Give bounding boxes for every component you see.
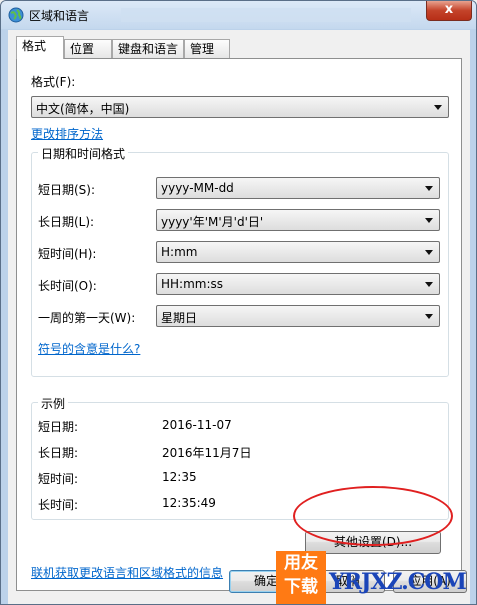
first-day-dropdown[interactable]: 星期日: [156, 305, 440, 327]
watermark-site: YRJXZ.COM: [329, 569, 467, 595]
chevron-down-icon: [425, 282, 433, 287]
example-long-time-value: 12:35:49: [162, 496, 216, 510]
title-blur: [121, 8, 411, 22]
tab-admin[interactable]: 管理: [184, 39, 230, 58]
chevron-down-icon: [425, 250, 433, 255]
chevron-down-icon: [425, 314, 433, 319]
example-long-date-value: 2016年11月7日: [162, 446, 252, 460]
chevron-down-icon: [425, 218, 433, 223]
long-date-label: 长日期(L):: [38, 215, 95, 229]
short-time-value: H:mm: [161, 245, 198, 259]
example-group-title: 示例: [38, 395, 69, 412]
first-day-value: 星期日: [161, 311, 198, 325]
datetime-group-title: 日期和时间格式: [38, 145, 129, 162]
short-time-label: 短时间(H):: [38, 247, 97, 261]
globe-icon: [8, 7, 24, 23]
window-title: 区域和语言: [29, 9, 90, 23]
long-date-dropdown[interactable]: yyyy'年'M'月'd'日': [156, 209, 440, 231]
title-bar[interactable]: 区域和语言 x: [1, 1, 476, 29]
change-sort-link[interactable]: 更改排序方法: [31, 125, 103, 142]
watermark-badge-top: 用友: [284, 553, 318, 573]
datetime-format-group: 日期和时间格式 短日期(S): yyyy-MM-dd 长日期(L): yyyy'…: [31, 145, 449, 377]
symbol-meaning-link[interactable]: 符号的含意是什么?: [38, 340, 140, 357]
long-date-value: yyyy'年'M'月'd'日': [161, 215, 264, 229]
example-group: 示例 短日期: 2016-11-07 长日期: 2016年11月7日 短时间: …: [31, 395, 449, 520]
chevron-down-icon: [425, 186, 433, 191]
chevron-down-icon: [434, 105, 442, 110]
long-time-label: 长时间(O):: [38, 279, 97, 293]
example-short-time-value: 12:35: [162, 470, 197, 484]
example-short-date-label: 短日期:: [38, 420, 79, 434]
dialog-client: 格式 位置 键盘和语言 管理 格式(F): 中文(简体，中国) 更改排序方法 日…: [8, 30, 470, 604]
format-label: 格式(F):: [31, 75, 76, 89]
short-time-dropdown[interactable]: H:mm: [156, 241, 440, 263]
example-long-time-label: 长时间:: [38, 498, 79, 512]
short-date-value: yyyy-MM-dd: [161, 181, 234, 195]
tab-panel: 格式(F): 中文(简体，中国) 更改排序方法 日期和时间格式 短日期(S): …: [16, 58, 462, 591]
long-time-dropdown[interactable]: HH:mm:ss: [156, 273, 440, 295]
example-long-date-label: 长日期:: [38, 446, 79, 460]
tab-keyboard-language[interactable]: 键盘和语言: [112, 39, 184, 58]
format-value: 中文(简体，中国): [36, 102, 130, 116]
short-date-dropdown[interactable]: yyyy-MM-dd: [156, 177, 440, 199]
online-info-link[interactable]: 联机获取更改语言和区域格式的信息: [31, 564, 223, 581]
short-date-label: 短日期(S):: [38, 183, 96, 197]
tab-format[interactable]: 格式: [16, 36, 64, 59]
long-time-value: HH:mm:ss: [161, 277, 224, 291]
format-dropdown[interactable]: 中文(简体，中国): [31, 96, 449, 118]
watermark-badge: 用友 下载: [276, 551, 326, 604]
example-short-date-value: 2016-11-07: [162, 418, 232, 432]
first-day-label: 一周的第一天(W):: [38, 311, 136, 325]
watermark-badge-bottom: 下载: [284, 577, 318, 597]
example-short-time-label: 短时间:: [38, 472, 79, 486]
region-language-dialog: 区域和语言 x 格式 位置 键盘和语言 管理 格式(F): 中文(简体，中国) …: [0, 0, 477, 605]
close-button[interactable]: x: [426, 1, 472, 21]
tab-location[interactable]: 位置: [64, 39, 112, 58]
